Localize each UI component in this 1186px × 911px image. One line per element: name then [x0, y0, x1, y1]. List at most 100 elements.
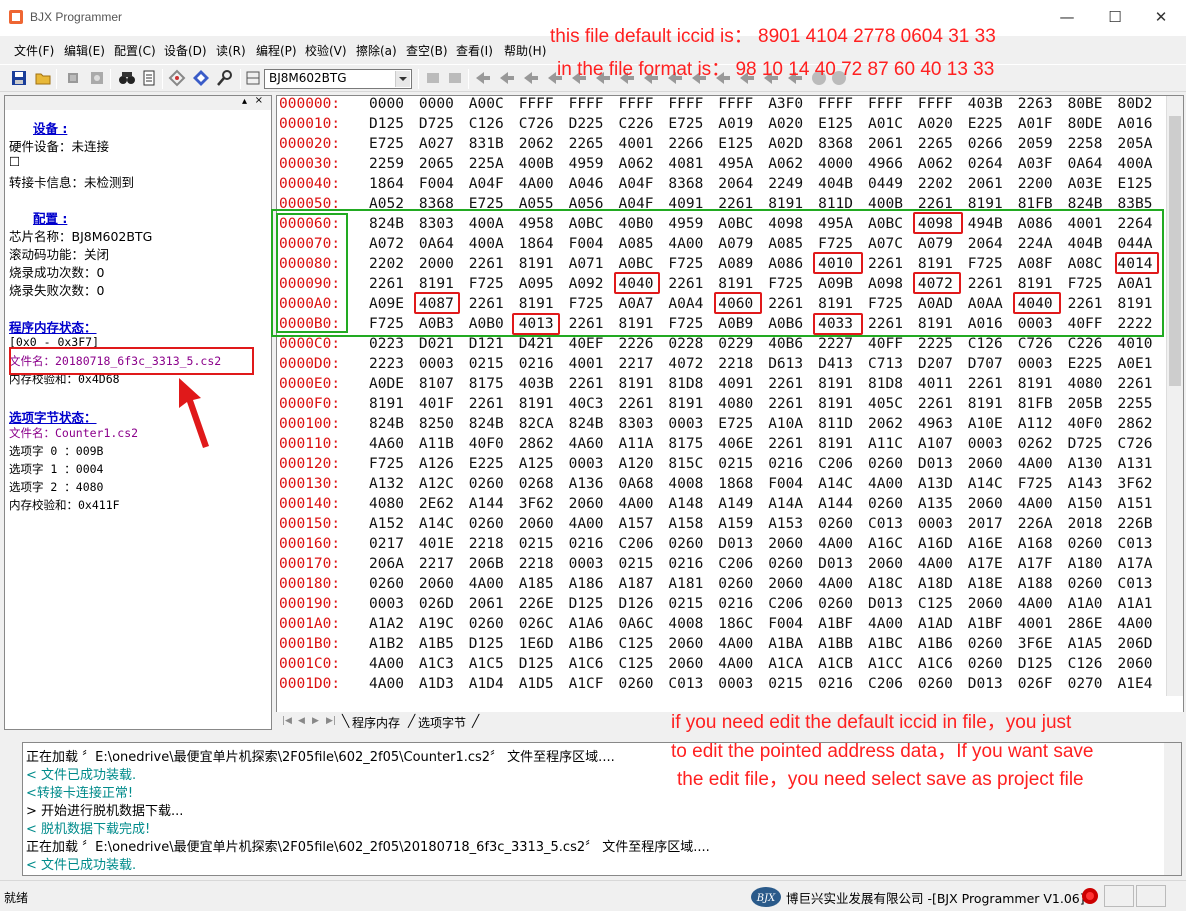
hex-cell[interactable]: A0DE	[369, 376, 404, 392]
hex-cell[interactable]: 0A64	[1068, 156, 1103, 172]
hex-cell[interactable]: A1C5	[469, 656, 504, 672]
hex-cell[interactable]: A126	[419, 456, 454, 472]
hex-cell[interactable]: F004	[419, 176, 454, 192]
hex-cell[interactable]: 0260	[818, 516, 853, 532]
hex-cell[interactable]: 400B	[519, 156, 554, 172]
hex-cell[interactable]: A107	[918, 436, 953, 452]
hex-cell[interactable]: D013	[968, 676, 1003, 692]
menu-help[interactable]: 帮助(H)	[504, 42, 546, 59]
hex-cell[interactable]: 2261	[1118, 376, 1153, 392]
hex-row[interactable]: 0000E0: A0DE 8107 8175 403B 2261 8191 81D8 4091 2…	[277, 376, 1167, 396]
hex-scrollbar-thumb[interactable]	[1169, 116, 1181, 386]
hex-cell[interactable]: 0217	[369, 536, 404, 552]
hex-cell[interactable]: A019	[718, 116, 753, 132]
hex-cell[interactable]: 0003	[419, 356, 454, 372]
hex-cell[interactable]: A168	[1018, 536, 1053, 552]
hex-cell[interactable]: 0215	[718, 456, 753, 472]
hex-cell[interactable]: E125	[818, 116, 853, 132]
arrow-icon-1[interactable]	[474, 69, 492, 87]
hex-cell[interactable]: A1A1	[1118, 596, 1153, 612]
menu-edit[interactable]: 编辑(E)	[64, 42, 105, 59]
hex-cell[interactable]: 0216	[569, 536, 604, 552]
hex-row[interactable]: 000020: E725 A027 831B 2062 2265 4001 2266 E125 A…	[277, 136, 1167, 156]
hex-cell[interactable]: A03F	[1018, 156, 1053, 172]
hex-cell[interactable]: 0223	[369, 336, 404, 352]
hex-cell[interactable]: 4A00	[1018, 596, 1053, 612]
hex-cell[interactable]: A046	[569, 176, 604, 192]
hex-cell[interactable]: D225	[569, 116, 604, 132]
hex-cell[interactable]: 0260	[469, 476, 504, 492]
hex-cell[interactable]: 2064	[718, 176, 753, 192]
hex-cell[interactable]: 2261	[768, 436, 803, 452]
hex-cell[interactable]: 2263	[1018, 96, 1053, 112]
hex-cell[interactable]: 1E6D	[519, 636, 554, 652]
hex-row[interactable]: 000030: 2259 2065 225A 400B 4959 A062 4081 495A A…	[277, 156, 1167, 176]
hex-cell[interactable]: 206A	[369, 556, 404, 572]
hex-cell[interactable]: 0003	[668, 416, 703, 432]
hex-cell[interactable]: C206	[718, 556, 753, 572]
hex-cell[interactable]: A04F	[469, 176, 504, 192]
tab-prev-icon[interactable]: ◀	[298, 716, 310, 728]
hex-cell[interactable]: A1D3	[419, 676, 454, 692]
chip-icon[interactable]	[64, 69, 82, 87]
hex-cell[interactable]: A10E	[968, 416, 1003, 432]
hex-cell[interactable]: A130	[1068, 456, 1103, 472]
hex-cell[interactable]: 0215	[469, 356, 504, 372]
hex-cell[interactable]: 2217	[419, 556, 454, 572]
hex-cell[interactable]: A120	[619, 456, 654, 472]
hex-cell[interactable]: 40F0	[469, 436, 504, 452]
hex-cell[interactable]: A157	[619, 516, 654, 532]
hex-cell[interactable]: 2258	[1068, 136, 1103, 152]
binoculars-icon[interactable]	[118, 69, 136, 87]
hex-cell[interactable]: FFFF	[519, 96, 554, 112]
menu-device[interactable]: 设备(D)	[164, 42, 207, 59]
hex-cell[interactable]: 4A00	[569, 516, 604, 532]
hex-cell[interactable]: C206	[768, 596, 803, 612]
hex-cell[interactable]: A1A2	[369, 616, 404, 632]
hex-row[interactable]: 0000C0: 0223 D021 D121 D421 40EF 2226 0228 0229 4…	[277, 336, 1167, 356]
hex-cell[interactable]: 2062	[868, 416, 903, 432]
hex-cell[interactable]: A185	[519, 576, 554, 592]
hex-cell[interactable]: A11B	[419, 436, 454, 452]
pin-icon[interactable]: ▴	[242, 96, 247, 107]
hex-row[interactable]: 0000F0: 8191 401F 2261 8191 40C3 2261 8191 4080 2…	[277, 396, 1167, 416]
hex-row[interactable]: 0001D0: 4A00 A1D3 A1D4 A1D5 A1CF 0260 C013 0003 0…	[277, 676, 1167, 696]
hex-cell[interactable]: 0003	[718, 676, 753, 692]
hex-cell[interactable]: 80D2	[1118, 96, 1153, 112]
hex-cell[interactable]: A016	[1118, 116, 1153, 132]
hex-cell[interactable]: 4A00	[469, 576, 504, 592]
hex-cell[interactable]: A144	[469, 496, 504, 512]
hex-cell[interactable]: A1BB	[818, 636, 853, 652]
hex-cell[interactable]: 4011	[918, 376, 953, 392]
hex-row[interactable]: 000110: 4A60 A11B 40F0 2862 4A60 A11A 8175 406E 2…	[277, 436, 1167, 456]
hex-cell[interactable]: A19C	[419, 616, 454, 632]
hex-cell[interactable]: C726	[1118, 436, 1153, 452]
tab-program-memory[interactable]: 程序内存	[352, 714, 400, 731]
chip-settings-icon[interactable]	[88, 69, 106, 87]
hex-cell[interactable]: 81D8	[668, 376, 703, 392]
hex-cell[interactable]: 2065	[419, 156, 454, 172]
hex-cell[interactable]: A186	[569, 576, 604, 592]
hex-cell[interactable]: 2223	[369, 356, 404, 372]
tab-last-icon[interactable]: ▶|	[326, 716, 338, 728]
menu-read[interactable]: 读(R)	[216, 42, 246, 59]
hex-cell[interactable]: C013	[868, 516, 903, 532]
hex-cell[interactable]: 0003	[1018, 356, 1053, 372]
hex-cell[interactable]: 2017	[968, 516, 1003, 532]
hex-cell[interactable]: D413	[818, 356, 853, 372]
hex-cell[interactable]: 401E	[419, 536, 454, 552]
hex-cell[interactable]: 4A00	[519, 176, 554, 192]
hex-cell[interactable]: 0260	[469, 516, 504, 532]
hex-cell[interactable]: 40C3	[569, 396, 604, 412]
hex-cell[interactable]: 2060	[968, 456, 1003, 472]
hex-cell[interactable]: A17F	[1018, 556, 1053, 572]
hex-cell[interactable]: 4966	[868, 156, 903, 172]
close-button[interactable]: ✕	[1146, 6, 1176, 28]
hex-cell[interactable]: 4A00	[868, 616, 903, 632]
hex-cell[interactable]: A152	[369, 516, 404, 532]
hex-cell[interactable]: A17E	[968, 556, 1003, 572]
hex-cell[interactable]: 0268	[519, 476, 554, 492]
hex-cell[interactable]: 2059	[1018, 136, 1053, 152]
hex-cell[interactable]: D013	[818, 556, 853, 572]
hex-cell[interactable]: 4A00	[918, 556, 953, 572]
